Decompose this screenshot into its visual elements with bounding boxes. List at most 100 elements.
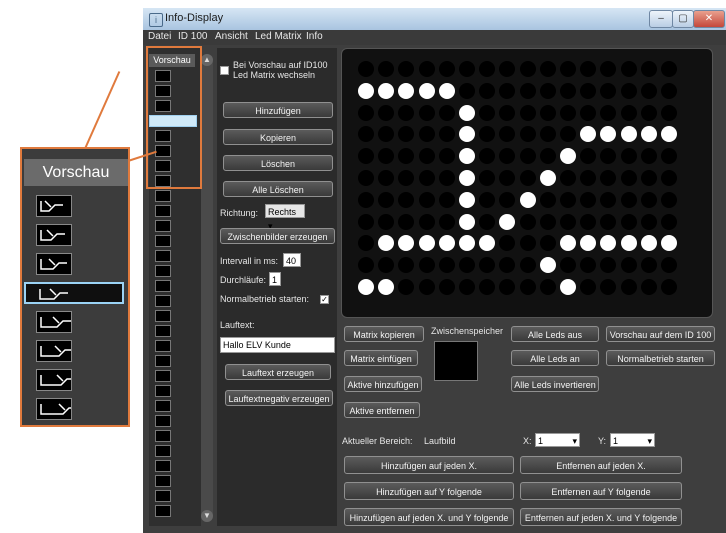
led-off[interactable]	[661, 257, 677, 274]
led-on[interactable]	[378, 235, 395, 252]
led-off[interactable]	[580, 82, 597, 99]
led-on[interactable]	[459, 191, 475, 208]
led-off[interactable]	[600, 104, 617, 121]
led-off[interactable]	[378, 61, 395, 77]
led-off[interactable]	[519, 61, 536, 77]
led-off[interactable]	[519, 170, 536, 186]
led-off[interactable]	[378, 170, 395, 186]
led-off[interactable]	[499, 279, 516, 295]
preview-thumbnail[interactable]	[155, 430, 171, 442]
remove-active-button[interactable]: Aktive entfernen	[344, 402, 420, 418]
delete-button[interactable]: Löschen	[223, 155, 333, 171]
led-on[interactable]	[378, 279, 395, 295]
led-off[interactable]	[580, 279, 597, 295]
minimize-button[interactable]: –	[649, 10, 673, 28]
led-off[interactable]	[358, 191, 374, 208]
all-leds-on-button[interactable]: Alle Leds an	[511, 350, 599, 366]
led-off[interactable]	[499, 126, 516, 143]
invert-all-leds-button[interactable]: Alle Leds invertieren	[511, 376, 599, 392]
led-off[interactable]	[519, 82, 536, 99]
preview-thumbnail[interactable]	[155, 340, 171, 352]
menu-datei[interactable]: Datei	[148, 31, 171, 42]
led-on[interactable]	[640, 235, 657, 252]
preview-thumbnail[interactable]	[155, 505, 171, 517]
led-off[interactable]	[398, 61, 415, 77]
led-off[interactable]	[661, 61, 677, 77]
led-off[interactable]	[378, 104, 395, 121]
preview-thumbnail[interactable]	[155, 205, 171, 217]
led-off[interactable]	[499, 235, 516, 252]
led-off[interactable]	[560, 61, 576, 77]
led-off[interactable]	[580, 170, 597, 186]
led-off[interactable]	[358, 126, 374, 143]
led-off[interactable]	[560, 191, 576, 208]
led-off[interactable]	[640, 279, 657, 295]
led-on[interactable]	[580, 126, 597, 143]
led-off[interactable]	[640, 104, 657, 121]
led-on[interactable]	[620, 126, 637, 143]
led-off[interactable]	[438, 257, 455, 274]
led-off[interactable]	[640, 61, 657, 77]
ticker-input[interactable]: Hallo ELV Kunde	[220, 337, 335, 353]
remove-every-x-button[interactable]: Entfernen auf jeden X.	[520, 456, 682, 474]
normal-start-checkbox[interactable]: ✓	[320, 295, 329, 304]
led-off[interactable]	[560, 170, 576, 186]
led-off[interactable]	[539, 61, 556, 77]
led-on[interactable]	[539, 257, 556, 274]
close-button[interactable]: ✕	[693, 10, 725, 28]
delete-all-button[interactable]: Alle Löschen	[223, 181, 333, 197]
interval-input[interactable]: 40	[283, 253, 301, 267]
led-off[interactable]	[438, 148, 455, 165]
led-off[interactable]	[499, 61, 516, 77]
led-off[interactable]	[620, 191, 637, 208]
led-off[interactable]	[661, 213, 677, 230]
preview-thumbnail[interactable]	[155, 235, 171, 247]
intermediate-images-button[interactable]: Zwischenbilder erzeugen	[220, 228, 335, 244]
led-off[interactable]	[620, 257, 637, 274]
led-off[interactable]	[661, 170, 677, 186]
led-off[interactable]	[479, 257, 496, 274]
led-off[interactable]	[499, 104, 516, 121]
led-off[interactable]	[499, 257, 516, 274]
led-off[interactable]	[519, 257, 536, 274]
led-off[interactable]	[640, 170, 657, 186]
led-off[interactable]	[580, 257, 597, 274]
led-off[interactable]	[600, 82, 617, 99]
led-off[interactable]	[438, 104, 455, 121]
led-off[interactable]	[539, 126, 556, 143]
led-on[interactable]	[661, 126, 677, 143]
led-off[interactable]	[661, 82, 677, 99]
preview-thumbnail[interactable]	[155, 475, 171, 487]
led-off[interactable]	[398, 191, 415, 208]
led-off[interactable]	[479, 213, 496, 230]
led-off[interactable]	[358, 170, 374, 186]
led-on[interactable]	[600, 126, 617, 143]
copy-matrix-button[interactable]: Matrix kopieren	[344, 326, 424, 342]
led-off[interactable]	[620, 104, 637, 121]
menu-ansicht[interactable]: Ansicht	[215, 31, 248, 42]
led-off[interactable]	[358, 257, 374, 274]
preview-scrollbar[interactable]: ▲ ▼	[201, 54, 213, 522]
led-on[interactable]	[560, 279, 576, 295]
led-off[interactable]	[398, 257, 415, 274]
led-off[interactable]	[378, 213, 395, 230]
add-button[interactable]: Hinzufügen	[223, 102, 333, 118]
led-matrix[interactable]	[341, 48, 713, 318]
led-off[interactable]	[438, 213, 455, 230]
led-off[interactable]	[479, 104, 496, 121]
led-on[interactable]	[459, 235, 475, 252]
led-off[interactable]	[640, 82, 657, 99]
led-off[interactable]	[438, 191, 455, 208]
maximize-button[interactable]: ▢	[672, 10, 694, 28]
led-off[interactable]	[438, 126, 455, 143]
led-off[interactable]	[620, 213, 637, 230]
preview-id100-button[interactable]: Vorschau auf dem ID 100	[606, 326, 715, 342]
led-off[interactable]	[661, 148, 677, 165]
led-off[interactable]	[539, 279, 556, 295]
menu-led-matrix[interactable]: Led Matrix	[255, 31, 302, 42]
preview-thumbnail[interactable]	[155, 400, 171, 412]
led-off[interactable]	[600, 279, 617, 295]
led-on[interactable]	[358, 279, 374, 295]
led-off[interactable]	[418, 61, 435, 77]
led-on[interactable]	[459, 104, 475, 121]
